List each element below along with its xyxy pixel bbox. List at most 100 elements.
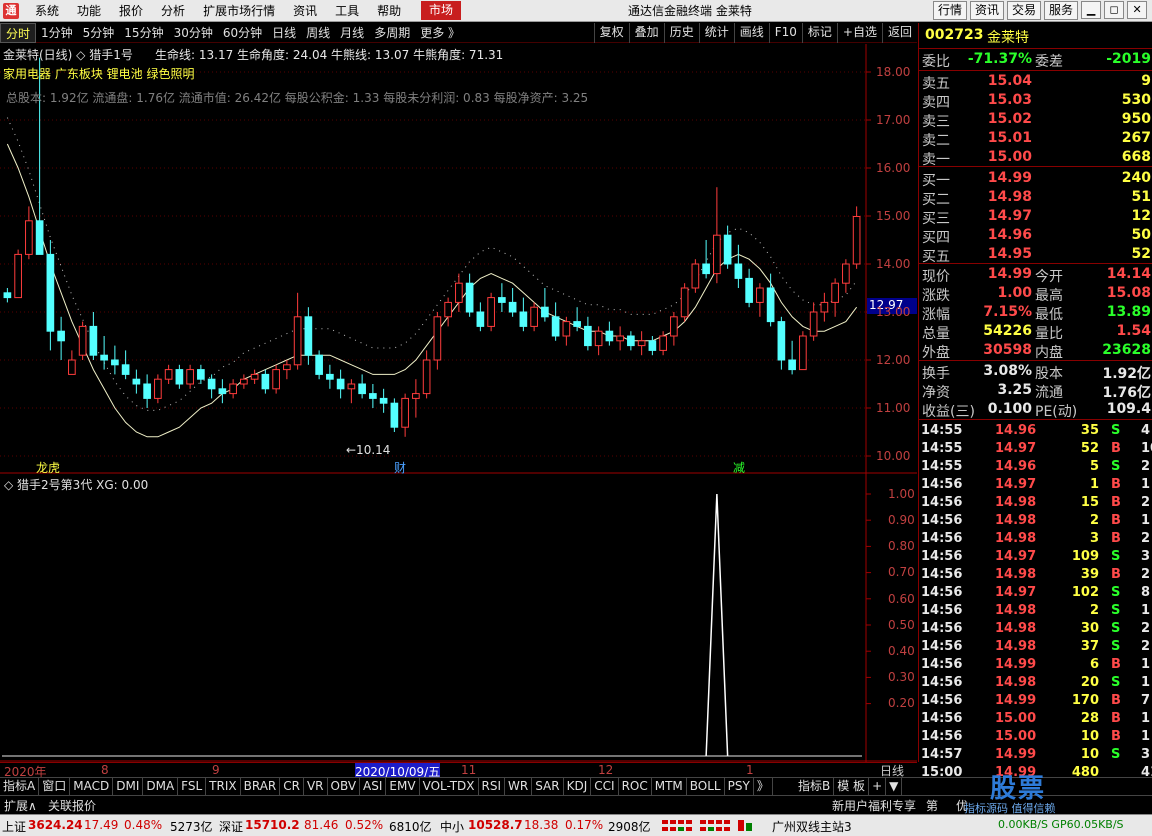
tool-draw[interactable]: 画线 — [733, 23, 769, 43]
tick-row[interactable]: 14:56 14.98 20 S 1 — [919, 674, 1152, 692]
menu-analysis[interactable]: 分析 — [152, 0, 194, 22]
period-tab-15min[interactable]: 15分钟 — [119, 23, 168, 43]
indicator-tab[interactable]: TRIX — [206, 778, 241, 795]
tick-row[interactable]: 14:56 14.99 170 B 7 — [919, 692, 1152, 710]
new-user-promo[interactable]: 新用户福利专享 — [832, 797, 916, 814]
sh-index-value[interactable]: 3624.24 — [28, 818, 83, 832]
indicator-tab[interactable]: FSL — [178, 778, 207, 795]
indicator-tab[interactable]: ROC — [619, 778, 652, 795]
tick-row[interactable]: 14:56 14.98 15 B 2 — [919, 494, 1152, 512]
bid-level-row[interactable]: 买四 14.96 50 — [919, 226, 1152, 246]
indicator-tab[interactable]: DMA — [143, 778, 179, 795]
indicator-tab[interactable]: 》 — [754, 778, 773, 795]
indicator-tab[interactable]: CCI — [591, 778, 619, 795]
indicator-tab[interactable]: CR — [280, 778, 304, 795]
ask-level-row[interactable]: 卖四 15.03 530 — [919, 91, 1152, 111]
kline-chart-panel[interactable]: 金莱特(日线) ◇ 猎手1号 生命线: 13.17 生命角度: 24.04 牛熊… — [0, 44, 917, 475]
expand-button[interactable]: 扩展∧ — [4, 797, 37, 814]
tool-f10[interactable]: F10 — [768, 23, 802, 43]
bid-level-row[interactable]: 买二 14.98 51 — [919, 188, 1152, 208]
indicator-tab[interactable]: DMI — [113, 778, 144, 795]
zx-index-value[interactable]: 10528.7 — [468, 818, 523, 832]
tool-back[interactable]: 返回 — [881, 23, 917, 43]
ask-level-row[interactable]: 卖一 15.00 668 — [919, 148, 1152, 168]
close-icon[interactable]: ✕ — [1127, 1, 1148, 19]
add-indicator-button[interactable]: + — [869, 778, 887, 795]
indicator-tab[interactable]: PSY — [725, 778, 754, 795]
period-tab-multi[interactable]: 多周期 — [369, 23, 415, 43]
kline-chart[interactable] — [0, 44, 917, 474]
tick-row[interactable]: 14:56 15.00 10 B 1 — [919, 728, 1152, 746]
tick-row[interactable]: 14:56 14.97 102 S 8 — [919, 584, 1152, 602]
sub-indicator-panel[interactable]: ◇ 猎手2号第3代 XG: 0.00 1.00 0.90 0.80 0.70 0… — [0, 474, 917, 762]
menu-tools[interactable]: 工具 — [326, 0, 368, 22]
tick-row[interactable]: 14:55 14.97 52 B 10 — [919, 440, 1152, 458]
dropdown-icon[interactable]: ▼ — [886, 778, 903, 795]
server-name[interactable]: 广州双线主站3 — [772, 818, 852, 835]
service-button[interactable]: 服务 — [1044, 1, 1079, 20]
minimize-icon[interactable]: ▁ — [1081, 1, 1102, 19]
bid-level-row[interactable]: 买五 14.95 52 — [919, 245, 1152, 265]
market-button[interactable]: 市场 — [421, 1, 462, 20]
trade-button[interactable]: 交易 — [1007, 1, 1042, 20]
quote-mode-button[interactable]: 行情 — [933, 1, 968, 20]
indicator-tab[interactable]: RSI — [479, 778, 506, 795]
period-tab-30min[interactable]: 30分钟 — [169, 23, 218, 43]
indicator-tab[interactable]: 指标A — [0, 778, 40, 795]
tick-row[interactable]: 14:55 14.96 35 S 4 — [919, 422, 1152, 440]
indicator-tab[interactable]: BRAR — [241, 778, 281, 795]
side-button[interactable]: 第 — [926, 797, 938, 814]
indicator-tab[interactable]: SAR — [532, 778, 564, 795]
period-tab-5min[interactable]: 5分钟 — [78, 23, 120, 43]
menu-help[interactable]: 帮助 — [368, 0, 410, 22]
indicator-tab[interactable]: WR — [505, 778, 533, 795]
bid-level-row[interactable]: 买三 14.97 12 — [919, 207, 1152, 227]
period-tab-60min[interactable]: 60分钟 — [218, 23, 267, 43]
indicator-tab[interactable]: MTM — [652, 778, 687, 795]
tool-add-watchlist[interactable]: +自选 — [836, 23, 882, 43]
related-quote-button[interactable]: 关联报价 — [48, 797, 96, 814]
ask-level-row[interactable]: 卖二 15.01 267 — [919, 129, 1152, 149]
tool-stats[interactable]: 统计 — [698, 23, 734, 43]
menu-info[interactable]: 资讯 — [284, 0, 326, 22]
tick-row[interactable]: 14:56 14.98 3 B 2 — [919, 530, 1152, 548]
tick-row[interactable]: 14:56 14.98 37 S 2 — [919, 638, 1152, 656]
menu-function[interactable]: 功能 — [68, 0, 110, 22]
indicator-tab[interactable]: MACD — [70, 778, 114, 795]
bid-level-row[interactable]: 买一 14.99 240 — [919, 169, 1152, 189]
menu-ext-market[interactable]: 扩展市场行情 — [194, 0, 284, 22]
news-mode-button[interactable]: 资讯 — [970, 1, 1005, 20]
period-tab-more[interactable]: 更多 》 — [415, 23, 465, 43]
period-tab-daily[interactable]: 日线 — [267, 23, 301, 43]
sub-indicator-chart[interactable] — [0, 474, 917, 762]
indicator-tab[interactable]: KDJ — [564, 778, 592, 795]
tool-adjust[interactable]: 复权 — [593, 23, 629, 43]
indicator-tab[interactable]: BOLL — [687, 778, 725, 795]
tick-row[interactable]: 14:56 14.98 2 B 1 — [919, 512, 1152, 530]
period-tab-monthly[interactable]: 月线 — [335, 23, 369, 43]
maximize-icon[interactable]: ◻ — [1104, 1, 1125, 19]
indicator-tab[interactable]: 窗口 — [39, 778, 71, 795]
tick-row[interactable]: 14:57 14.99 10 S 3 — [919, 746, 1152, 764]
tick-row[interactable]: 14:56 14.97 109 S 3 — [919, 548, 1152, 566]
tick-row[interactable]: 14:56 14.98 39 B 2 — [919, 566, 1152, 584]
tick-row[interactable]: 14:56 14.97 1 B 1 — [919, 476, 1152, 494]
indicator-tab[interactable]: OBV — [328, 778, 361, 795]
tool-overlay[interactable]: 叠加 — [628, 23, 664, 43]
ask-level-row[interactable]: 卖五 15.04 9 — [919, 72, 1152, 92]
tool-history[interactable]: 历史 — [663, 23, 699, 43]
menu-system[interactable]: 系统 — [26, 0, 68, 22]
period-tab-intraday[interactable]: 分时 — [0, 23, 37, 43]
indicator-tab[interactable]: VOL-TDX — [420, 778, 479, 795]
tick-row[interactable]: 14:55 14.96 5 S 2 — [919, 458, 1152, 476]
menu-quote[interactable]: 报价 — [110, 0, 152, 22]
template-tab[interactable]: 模 板 — [834, 778, 870, 795]
sz-index-value[interactable]: 15710.2 — [245, 818, 300, 832]
indicator-tab[interactable]: ASI — [360, 778, 387, 795]
indicator-tab[interactable]: VR — [304, 778, 328, 795]
tool-mark[interactable]: 标记 — [801, 23, 837, 43]
tick-row[interactable]: 14:56 14.99 6 B 1 — [919, 656, 1152, 674]
ask-level-row[interactable]: 卖三 15.02 950 — [919, 110, 1152, 130]
period-tab-1min[interactable]: 1分钟 — [36, 23, 78, 43]
indicator-b-tab[interactable]: 指标B — [795, 778, 835, 795]
